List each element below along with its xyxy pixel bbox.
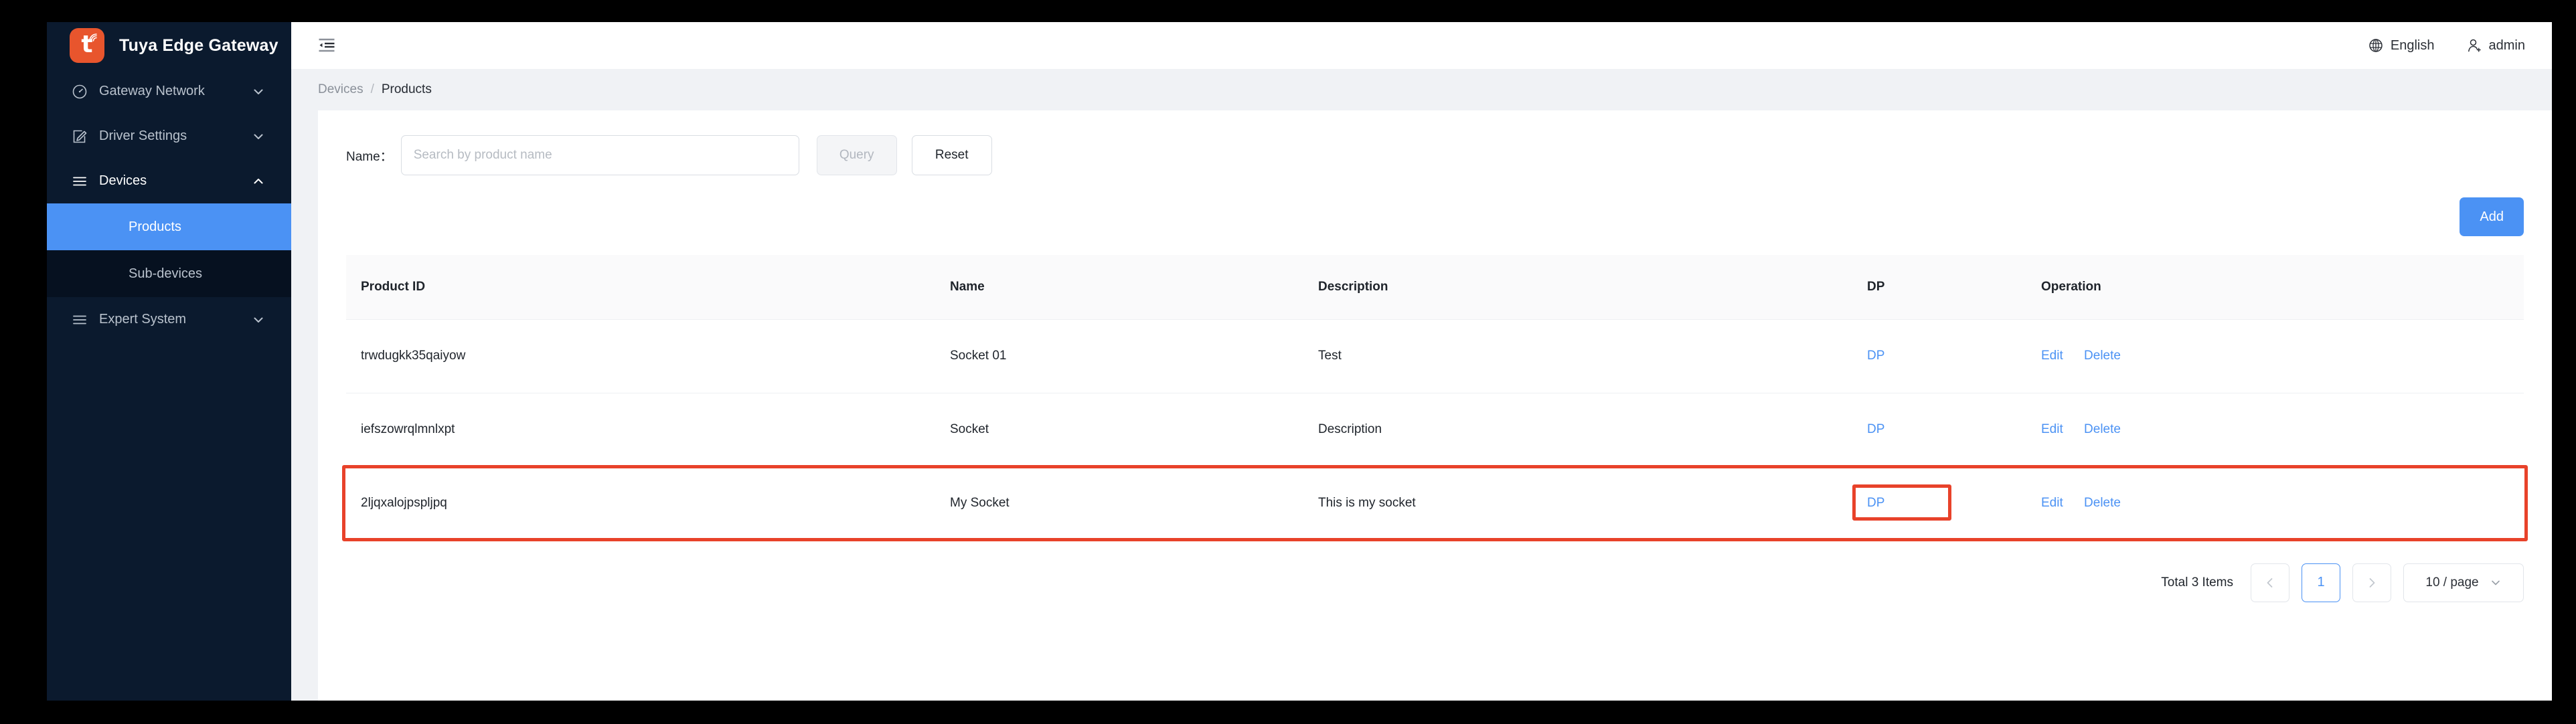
cell-product-id: 2ljqxalojpspljpq — [346, 466, 935, 541]
column-header-operation: Operation — [2026, 255, 2524, 320]
sidebar-item-gateway-network[interactable]: Gateway Network — [47, 69, 291, 114]
sidebar: t Tuya Edge Gateway Gateway Network Driv… — [47, 22, 291, 701]
cell-description: Description — [1303, 393, 1852, 467]
delete-link[interactable]: Delete — [2084, 496, 2121, 510]
cell-dp: DP — [1852, 393, 2026, 467]
menu-fold-icon[interactable] — [315, 34, 338, 57]
add-button[interactable]: Add — [2460, 197, 2524, 236]
content-scroll-area: Name： Query Reset Add Product ID Name De… — [291, 110, 2552, 701]
total-items-label: Total 3 Items — [2161, 575, 2233, 590]
user-label: admin — [2488, 37, 2525, 53]
breadcrumb-separator: / — [370, 82, 374, 96]
gauge-icon — [71, 83, 88, 100]
pagination-prev-button[interactable] — [2251, 563, 2289, 602]
dp-link[interactable]: DP — [1867, 496, 1884, 510]
search-input[interactable] — [400, 135, 799, 175]
tuya-logo-icon: t — [70, 28, 104, 63]
cell-product-id: trwdugkk35qaiyow — [346, 319, 935, 393]
logo-letter: t — [81, 30, 93, 58]
language-switcher[interactable]: English — [2368, 38, 2435, 54]
table-row[interactable]: trwdugkk35qaiyow Socket 01 Test DP Edit … — [346, 319, 2524, 393]
chevron-right-icon — [2366, 577, 2378, 589]
dp-link[interactable]: DP — [1867, 349, 1884, 363]
user-add-icon — [2467, 38, 2482, 53]
application-window: t Tuya Edge Gateway Gateway Network Driv… — [47, 22, 2552, 701]
top-bar-actions: English admin — [2368, 38, 2525, 54]
sidebar-subitem-label: Sub-devices — [129, 266, 203, 281]
cell-operation: Edit Delete — [2026, 319, 2524, 393]
chevron-down-icon — [2490, 577, 2502, 589]
delete-link[interactable]: Delete — [2084, 422, 2121, 436]
menu-lines-icon — [71, 311, 88, 329]
name-filter-label: Name： — [346, 149, 393, 164]
table-row[interactable]: 2ljqxalojpspljpq My Socket This is my so… — [346, 466, 2524, 541]
cell-operation: Edit Delete — [2026, 393, 2524, 467]
pagination-next-button[interactable] — [2352, 563, 2391, 602]
chevron-down-icon — [251, 312, 266, 327]
dp-link[interactable]: DP — [1867, 422, 1884, 436]
table-head: Product ID Name Description DP Operation — [346, 255, 2524, 320]
menu-lines-icon — [71, 173, 88, 190]
products-card: Name： Query Reset Add Product ID Name De… — [318, 110, 2552, 701]
products-table: Product ID Name Description DP Operation… — [346, 255, 2524, 541]
delete-link[interactable]: Delete — [2084, 349, 2121, 363]
top-bar: English admin — [291, 22, 2552, 69]
reset-button[interactable]: Reset — [911, 135, 992, 175]
cell-name: Socket — [935, 393, 1303, 467]
page-size-select[interactable]: 10 / page — [2403, 563, 2524, 602]
cell-product-id: iefszowrqlmnlxpt — [346, 393, 935, 467]
column-header-dp: DP — [1852, 255, 2026, 320]
user-menu[interactable]: admin — [2467, 38, 2525, 54]
pagination: Total 3 Items 1 10 / page — [346, 541, 2524, 625]
cell-description: Test — [1303, 319, 1852, 393]
chevron-down-icon — [251, 129, 266, 144]
table-header-row: Product ID Name Description DP Operation — [346, 255, 2524, 320]
brand-header: t Tuya Edge Gateway — [47, 22, 291, 69]
cell-description: This is my socket — [1303, 466, 1852, 541]
cell-name: Socket 01 — [935, 319, 1303, 393]
chevron-down-icon — [251, 84, 266, 99]
sidebar-item-label: Gateway Network — [99, 84, 205, 98]
breadcrumb-current: Products — [381, 82, 432, 96]
column-header-product-id: Product ID — [346, 255, 935, 320]
globe-icon — [2368, 38, 2383, 53]
column-header-description: Description — [1303, 255, 1852, 320]
sidebar-item-label: Expert System — [99, 312, 187, 327]
sidebar-item-devices[interactable]: Devices — [47, 159, 291, 203]
language-label: English — [2390, 37, 2435, 53]
cell-dp: DP — [1852, 319, 2026, 393]
table-toolbar: Add — [346, 177, 2524, 255]
query-button[interactable]: Query — [816, 135, 897, 175]
breadcrumb-parent[interactable]: Devices — [318, 82, 364, 97]
edit-link[interactable]: Edit — [2041, 349, 2063, 363]
sidebar-item-products[interactable]: Products — [47, 203, 291, 250]
table-body: trwdugkk35qaiyow Socket 01 Test DP Edit … — [346, 319, 2524, 541]
cell-operation: Edit Delete — [2026, 466, 2524, 541]
chevron-up-icon — [251, 174, 266, 189]
column-header-name: Name — [935, 255, 1303, 320]
breadcrumb: Devices / Products — [291, 69, 2552, 110]
sidebar-item-expert-system[interactable]: Expert System — [47, 297, 291, 342]
edit-link[interactable]: Edit — [2041, 496, 2063, 510]
sidebar-subitem-label: Products — [129, 219, 181, 234]
table-row[interactable]: iefszowrqlmnlxpt Socket Description DP E… — [346, 393, 2524, 467]
brand-title: Tuya Edge Gateway — [119, 35, 278, 55]
chevron-left-icon — [2264, 577, 2276, 589]
page-size-label: 10 / page — [2425, 575, 2479, 590]
sidebar-item-driver-settings[interactable]: Driver Settings — [47, 114, 291, 159]
cell-name: My Socket — [935, 466, 1303, 541]
edit-square-icon — [71, 128, 88, 145]
sidebar-item-label: Driver Settings — [99, 128, 187, 143]
cell-dp: DP — [1852, 466, 2026, 541]
main-area: English admin Devices / Products Name： S… — [291, 22, 2552, 701]
edit-link[interactable]: Edit — [2041, 422, 2063, 436]
pagination-page-1[interactable]: 1 — [2302, 563, 2340, 602]
sidebar-item-sub-devices[interactable]: Sub-devices — [47, 250, 291, 297]
filter-bar: Name： Query Reset — [346, 133, 2524, 177]
sidebar-item-label: Devices — [99, 173, 147, 188]
